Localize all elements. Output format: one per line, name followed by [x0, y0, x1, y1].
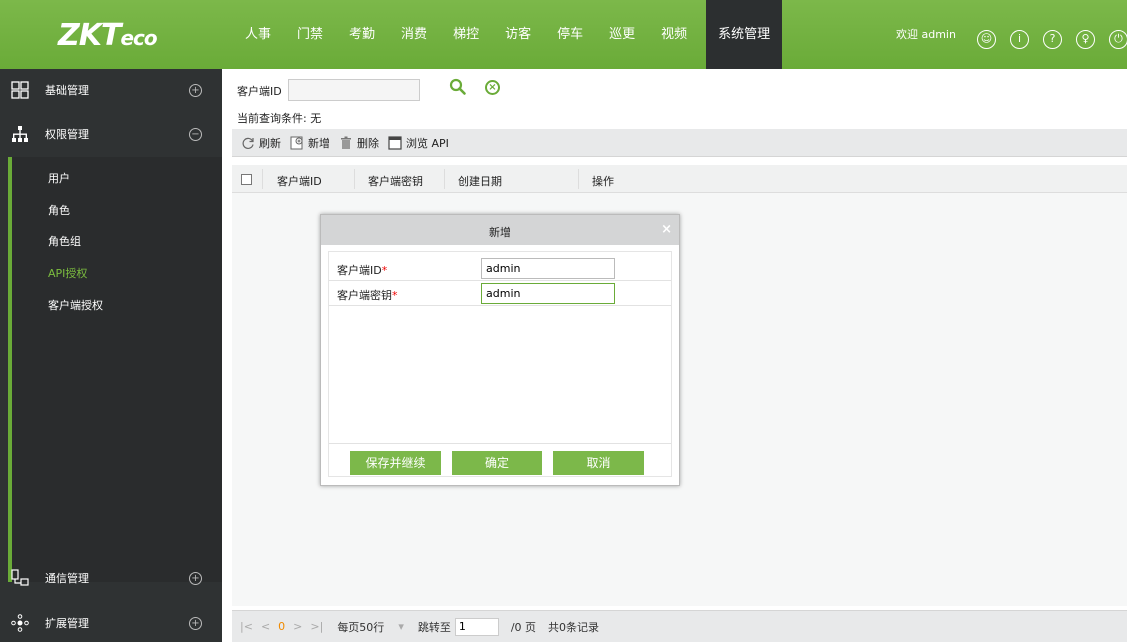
nav-item-personnel[interactable]: 人事	[232, 0, 284, 69]
sidebar-item-roles[interactable]: 角色	[48, 202, 70, 218]
expand-icon[interactable]: +	[189, 616, 202, 630]
network-icon	[11, 569, 29, 586]
search-label: 客户端ID	[237, 85, 282, 98]
window-icon	[388, 135, 402, 150]
prev-page-icon[interactable]: <	[261, 620, 270, 633]
sidebar: 基础管理 + 权限管理 − 用户 角色 角色组 API授权 客户端授权 通信管理…	[0, 69, 222, 642]
search-bar: 客户端ID ×	[232, 77, 1127, 101]
column-header-client-id[interactable]: 客户端ID	[277, 173, 322, 189]
expand-icon[interactable]: +	[189, 571, 202, 585]
sidebar-submenu	[8, 157, 222, 582]
browse-api-button[interactable]: 浏览 API	[388, 135, 449, 151]
total-records: 共0条记录	[548, 620, 600, 634]
column-divider	[354, 169, 355, 189]
delete-button[interactable]: 删除	[339, 135, 379, 151]
trash-icon	[341, 136, 351, 149]
extension-icon	[11, 614, 29, 632]
grid-header: 客户端ID 客户端密钥 创建日期 操作	[232, 165, 1127, 193]
sidebar-group-comm[interactable]: 通信管理 +	[0, 559, 222, 597]
jump-to-label: 跳转至	[417, 620, 451, 634]
ok-button[interactable]: 确定	[452, 451, 542, 475]
sidebar-group-basic[interactable]: 基础管理 +	[0, 71, 222, 109]
divider	[329, 305, 671, 306]
welcome-text: 欢迎 admin	[896, 28, 956, 41]
chevron-down-icon[interactable]: ▾	[398, 620, 404, 633]
column-divider	[578, 169, 579, 189]
dialog-title-bar[interactable]: 新增 ×	[321, 215, 679, 245]
form-row-client-id: 客户端ID*	[329, 256, 671, 280]
dialog-form: 客户端ID* 客户端密钥*	[328, 251, 672, 477]
total-pages: /0 页	[510, 620, 537, 634]
user-profile-icon[interactable]: ☺	[977, 30, 996, 49]
help-icon[interactable]: ?	[1043, 30, 1062, 49]
client-id-input[interactable]	[481, 258, 615, 279]
form-row-client-secret: 客户端密钥*	[329, 281, 671, 305]
query-condition: 当前查询条件: 无	[237, 112, 322, 125]
divider	[329, 443, 671, 444]
refresh-icon	[242, 137, 254, 149]
column-divider	[262, 169, 263, 189]
dialog-title: 新增	[489, 226, 511, 239]
sidebar-group-label: 权限管理	[45, 128, 89, 141]
last-page-icon[interactable]: >|	[310, 620, 323, 633]
grid-icon	[11, 81, 29, 99]
add-button[interactable]: 新增	[290, 135, 330, 151]
close-icon[interactable]: ×	[661, 222, 672, 237]
search-input[interactable]	[288, 79, 420, 101]
current-page: 0	[278, 620, 286, 633]
select-all-checkbox[interactable]	[241, 174, 252, 185]
nav-item-parking[interactable]: 停车	[544, 0, 596, 69]
column-header-actions: 操作	[592, 175, 614, 188]
save-continue-button[interactable]: 保存并继续	[350, 451, 441, 475]
sidebar-group-permission[interactable]: 权限管理 −	[0, 115, 222, 153]
column-header-client-secret[interactable]: 客户端密钥	[368, 173, 423, 189]
main-nav: 人事 门禁 考勤 消费 梯控 访客 停车 巡更 视频 系统管理	[232, 0, 783, 69]
refresh-button[interactable]: 刷新	[241, 135, 281, 151]
sidebar-group-ext[interactable]: 扩展管理 +	[0, 604, 222, 642]
client-secret-label: 客户端密钥*	[337, 289, 398, 302]
first-page-icon[interactable]: |<	[240, 620, 253, 633]
sidebar-item-client-auth[interactable]: 客户端授权	[48, 297, 103, 313]
jump-page-input[interactable]	[454, 617, 499, 636]
sidebar-group-label: 通信管理	[45, 572, 89, 585]
sidebar-group-label: 扩展管理	[45, 617, 89, 630]
nav-item-consumption[interactable]: 消费	[388, 0, 440, 69]
search-icon	[449, 78, 466, 95]
sidebar-item-users[interactable]: 用户	[48, 170, 70, 186]
power-icon[interactable]: ⏻	[1109, 30, 1127, 49]
sidebar-item-role-groups[interactable]: 角色组	[48, 233, 81, 249]
nav-item-elevator[interactable]: 梯控	[440, 0, 492, 69]
search-button[interactable]	[449, 78, 469, 98]
column-divider	[444, 169, 445, 189]
client-id-label: 客户端ID*	[337, 264, 388, 277]
add-dialog: 新增 × 客户端ID* 客户端密钥* 保存并继续 确定 取消	[320, 214, 680, 486]
brand-logo: ZKTeco	[58, 18, 158, 53]
info-icon[interactable]: i	[1010, 30, 1029, 49]
pagination-bar: |< < 0 > >| 每页50行 ▾ 跳转至 /0 页 共0条记录	[232, 610, 1127, 642]
clear-search-icon[interactable]: ×	[485, 80, 500, 95]
nav-item-patrol[interactable]: 巡更	[596, 0, 648, 69]
hierarchy-icon	[12, 126, 28, 142]
client-secret-input[interactable]	[481, 283, 615, 304]
top-bar: ZKTeco 人事 门禁 考勤 消费 梯控 访客 停车 巡更 视频 系统管理 欢…	[0, 0, 1127, 69]
nav-item-video[interactable]: 视频	[648, 0, 700, 69]
account-icon[interactable]: ♀	[1076, 30, 1095, 49]
add-icon	[290, 136, 303, 149]
toolbar: 刷新 新增 删除 浏览 API	[232, 129, 1127, 157]
page-size-select[interactable]: 每页50行	[337, 619, 384, 635]
nav-item-system[interactable]: 系统管理	[706, 0, 783, 69]
nav-item-attendance[interactable]: 考勤	[336, 0, 388, 69]
cancel-button[interactable]: 取消	[553, 451, 644, 475]
expand-icon[interactable]: +	[189, 83, 202, 97]
sidebar-item-api-auth[interactable]: API授权	[48, 265, 87, 281]
column-header-created-date[interactable]: 创建日期	[458, 173, 502, 189]
nav-item-visitor[interactable]: 访客	[492, 0, 544, 69]
collapse-icon[interactable]: −	[189, 127, 202, 141]
nav-item-access[interactable]: 门禁	[284, 0, 336, 69]
next-page-icon[interactable]: >	[293, 620, 302, 633]
sidebar-group-label: 基础管理	[45, 84, 89, 97]
